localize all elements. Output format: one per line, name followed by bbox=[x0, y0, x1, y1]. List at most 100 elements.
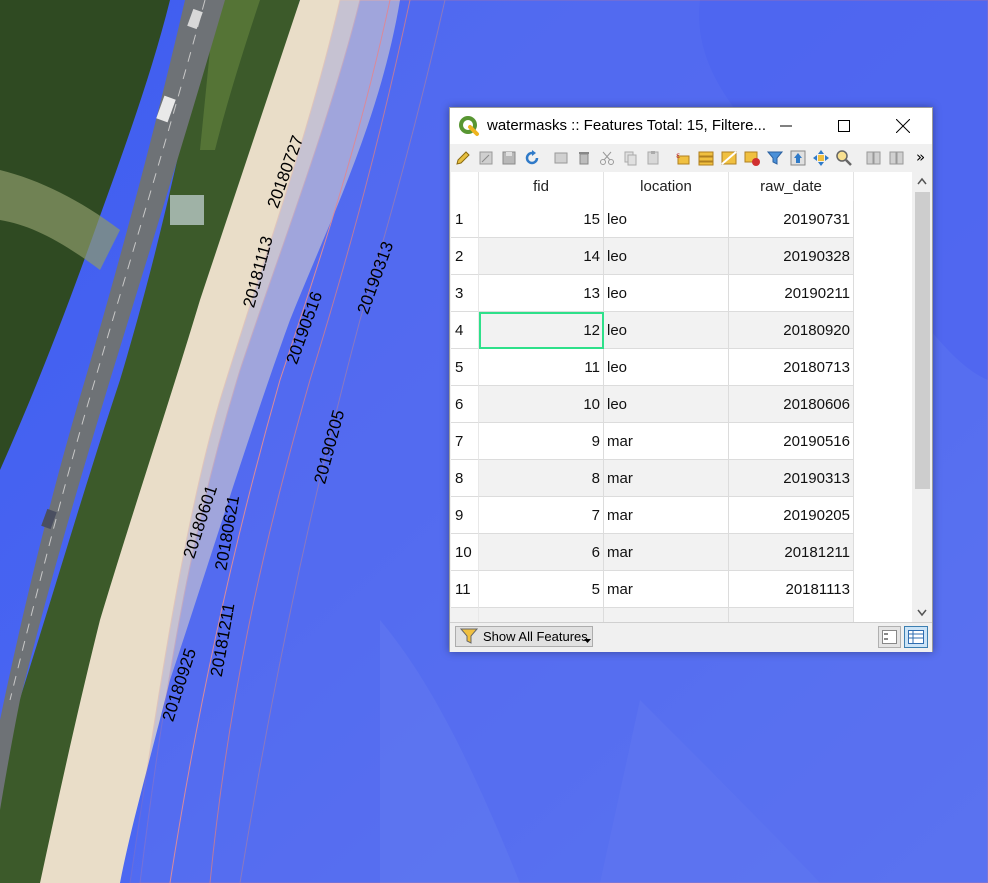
table-row[interactable]: 1 15 leo 20190731 bbox=[451, 201, 912, 238]
table-row[interactable]: 11 5 mar 20181113 bbox=[451, 571, 912, 608]
bottom-bar: Show All Features bbox=[450, 622, 932, 652]
reload-icon[interactable] bbox=[523, 149, 541, 167]
row-number[interactable]: 5 bbox=[451, 349, 479, 386]
cell-fid[interactable]: 7 bbox=[479, 497, 604, 534]
delete-field-icon[interactable] bbox=[888, 149, 906, 167]
cell-raw-date[interactable]: 20190205 bbox=[729, 497, 854, 534]
cell-location[interactable]: mar bbox=[604, 571, 729, 608]
multi-edit-icon[interactable] bbox=[477, 149, 495, 167]
cell-raw-date[interactable]: 20190731 bbox=[729, 201, 854, 238]
row-number[interactable]: 8 bbox=[451, 460, 479, 497]
pan-to-selected-icon[interactable] bbox=[812, 149, 830, 167]
header-corner[interactable] bbox=[451, 172, 479, 201]
close-button[interactable] bbox=[880, 108, 926, 144]
row-number[interactable]: 7 bbox=[451, 423, 479, 460]
row-number[interactable]: 4 bbox=[451, 312, 479, 349]
scroll-up-icon[interactable] bbox=[917, 177, 927, 185]
cell-raw-date[interactable]: 20180713 bbox=[729, 349, 854, 386]
cell-location[interactable]: mar bbox=[604, 460, 729, 497]
delete-icon[interactable] bbox=[575, 149, 593, 167]
table-view-button[interactable] bbox=[904, 626, 928, 648]
filter-selected-icon[interactable] bbox=[766, 149, 784, 167]
maximize-button[interactable] bbox=[821, 108, 867, 144]
cell-location[interactable]: mar bbox=[604, 534, 729, 571]
new-field-icon[interactable] bbox=[865, 149, 883, 167]
invert-selection-icon[interactable] bbox=[720, 149, 738, 167]
cell-fid[interactable]: 9 bbox=[479, 423, 604, 460]
select-all-icon[interactable] bbox=[697, 149, 715, 167]
table-row[interactable]: 6 10 leo 20180606 bbox=[451, 386, 912, 423]
row-number[interactable]: 2 bbox=[451, 238, 479, 275]
copy-icon[interactable] bbox=[621, 149, 639, 167]
row-number[interactable]: 9 bbox=[451, 497, 479, 534]
table-row[interactable]: 7 9 mar 20190516 bbox=[451, 423, 912, 460]
form-view-button[interactable] bbox=[878, 626, 901, 648]
cell-partial[interactable] bbox=[451, 608, 479, 622]
cell-location[interactable]: leo bbox=[604, 312, 729, 349]
qgis-logo-icon bbox=[459, 116, 479, 136]
cell-raw-date[interactable]: 20190516 bbox=[729, 423, 854, 460]
cell-fid[interactable]: 15 bbox=[479, 201, 604, 238]
cell-location[interactable]: mar bbox=[604, 423, 729, 460]
cell-fid[interactable]: 5 bbox=[479, 571, 604, 608]
cell-raw-date[interactable]: 20181211 bbox=[729, 534, 854, 571]
row-number[interactable]: 10 bbox=[451, 534, 479, 571]
row-number[interactable]: 6 bbox=[451, 386, 479, 423]
row-number[interactable]: 3 bbox=[451, 275, 479, 312]
add-feature-icon[interactable] bbox=[552, 149, 570, 167]
table-row[interactable]: 5 11 leo 20180713 bbox=[451, 349, 912, 386]
cell-raw-date[interactable]: 20181113 bbox=[729, 571, 854, 608]
column-header-raw-date[interactable]: raw_date bbox=[729, 172, 854, 201]
scroll-down-icon[interactable] bbox=[917, 609, 927, 617]
cell-fid[interactable]: 10 bbox=[479, 386, 604, 423]
toolbar-overflow-button[interactable]: » bbox=[916, 148, 925, 166]
cell-location[interactable]: leo bbox=[604, 386, 729, 423]
table-row[interactable]: 3 13 leo 20190211 bbox=[451, 275, 912, 312]
select-by-expression-icon[interactable]: ε bbox=[674, 149, 692, 167]
minimize-icon bbox=[780, 125, 792, 127]
scrollbar-thumb[interactable] bbox=[915, 192, 930, 489]
cell-fid[interactable]: 11 bbox=[479, 349, 604, 386]
row-number[interactable]: 1 bbox=[451, 201, 479, 238]
cell-location[interactable]: mar bbox=[604, 497, 729, 534]
row-number[interactable]: 11 bbox=[451, 571, 479, 608]
cell-location[interactable]: leo bbox=[604, 238, 729, 275]
cut-icon[interactable] bbox=[598, 149, 616, 167]
cell-raw-date[interactable]: 20190211 bbox=[729, 275, 854, 312]
deselect-all-icon[interactable] bbox=[743, 149, 761, 167]
attribute-table[interactable]: fid location raw_date 1 15 leo 20190731 2 14 l… bbox=[451, 172, 912, 622]
table-row[interactable]: 8 8 mar 20190313 bbox=[451, 460, 912, 497]
cell-raw-date[interactable]: 20180606 bbox=[729, 386, 854, 423]
table-row[interactable]: 10 6 mar 20181211 bbox=[451, 534, 912, 571]
vertical-scrollbar[interactable] bbox=[912, 172, 932, 622]
paste-icon[interactable] bbox=[644, 149, 662, 167]
table-row-partial[interactable] bbox=[451, 608, 912, 622]
cell-partial[interactable] bbox=[729, 608, 854, 622]
toolbar: ε » bbox=[450, 144, 932, 172]
cell-partial[interactable] bbox=[479, 608, 604, 622]
cell-fid[interactable]: 14 bbox=[479, 238, 604, 275]
table-row[interactable]: 2 14 leo 20190328 bbox=[451, 238, 912, 275]
cell-location[interactable]: leo bbox=[604, 201, 729, 238]
cell-location[interactable]: leo bbox=[604, 275, 729, 312]
table-row[interactable]: 4 12 leo 20180920 bbox=[451, 312, 912, 349]
cell-raw-date[interactable]: 20190313 bbox=[729, 460, 854, 497]
zoom-to-selected-icon[interactable] bbox=[835, 149, 853, 167]
table-row[interactable]: 9 7 mar 20190205 bbox=[451, 497, 912, 534]
cell-fid-selected[interactable]: 12 bbox=[479, 312, 604, 349]
minimize-button[interactable] bbox=[763, 108, 809, 144]
toggle-editing-pencil-icon[interactable] bbox=[454, 149, 472, 167]
title-bar[interactable]: watermasks :: Features Total: 15, Filter… bbox=[450, 108, 932, 144]
cell-fid[interactable]: 13 bbox=[479, 275, 604, 312]
show-all-features-button[interactable]: Show All Features bbox=[455, 626, 593, 647]
save-edits-icon[interactable] bbox=[500, 149, 518, 167]
cell-fid[interactable]: 6 bbox=[479, 534, 604, 571]
cell-fid[interactable]: 8 bbox=[479, 460, 604, 497]
column-header-location[interactable]: location bbox=[604, 172, 729, 201]
move-selection-to-top-icon[interactable] bbox=[789, 149, 807, 167]
cell-location[interactable]: leo bbox=[604, 349, 729, 386]
cell-raw-date[interactable]: 20190328 bbox=[729, 238, 854, 275]
cell-partial[interactable] bbox=[604, 608, 729, 622]
cell-raw-date[interactable]: 20180920 bbox=[729, 312, 854, 349]
column-header-fid[interactable]: fid bbox=[479, 172, 604, 201]
